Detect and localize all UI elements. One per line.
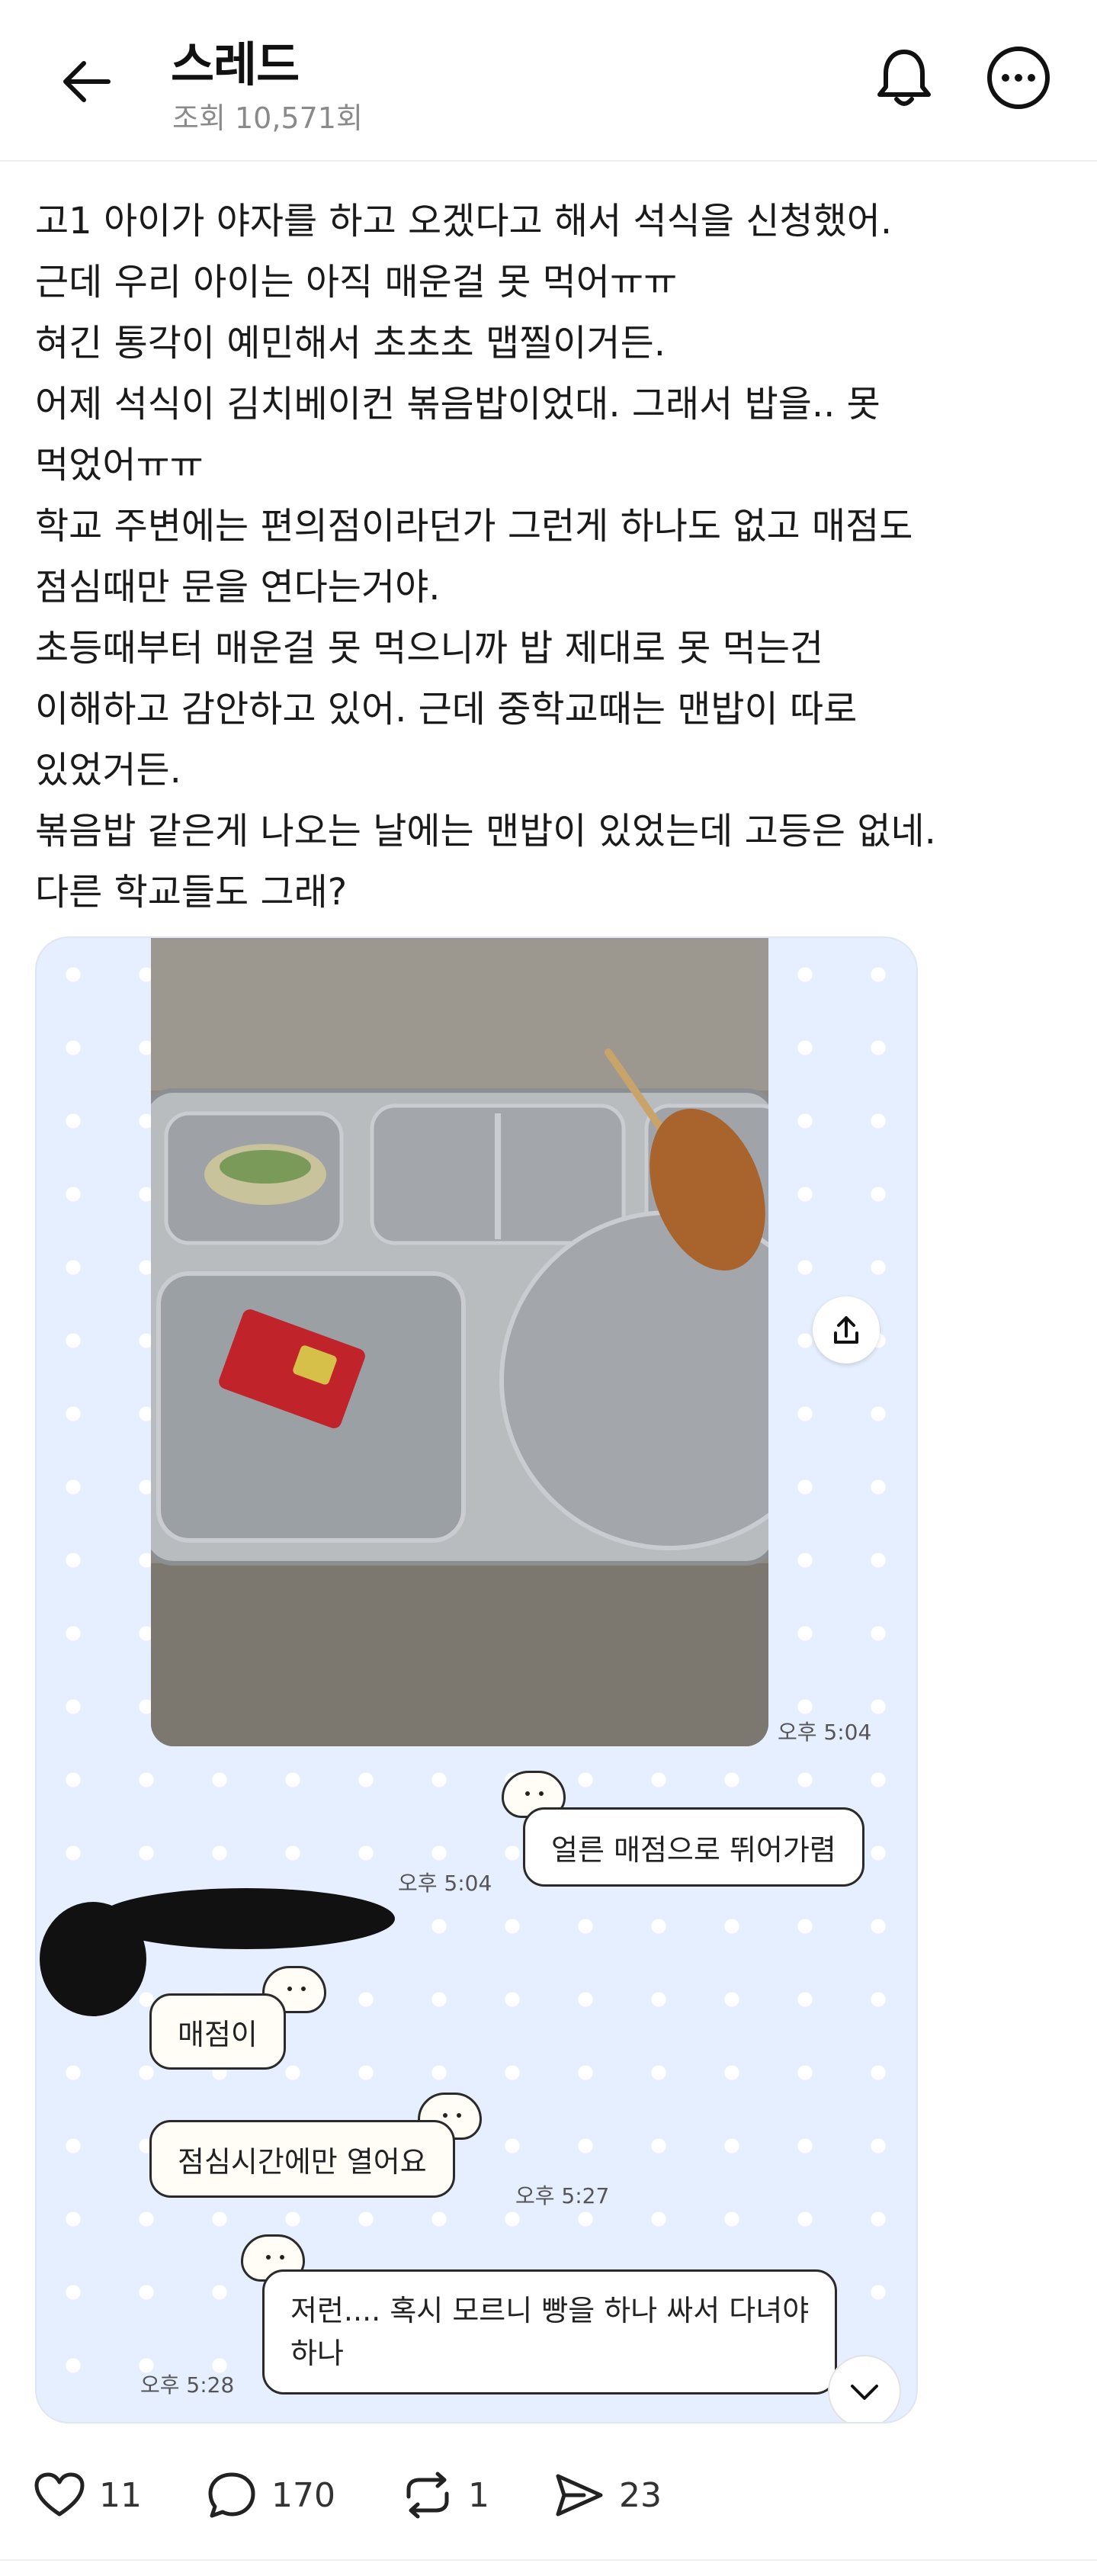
repost-icon — [406, 2472, 449, 2519]
arrow-left-icon — [63, 61, 111, 102]
attached-image[interactable]: 오후 5:04 얼른 매점으로 뛰어가렴 오후 5:04 매점이 점심시간에만 … — [35, 936, 918, 2423]
speech-bubble-icon — [208, 2472, 255, 2518]
message-text: 저런.... 혹시 모르니 빵을 하나 싸서 다녀야 — [290, 2294, 810, 2327]
message-time: 오후 5:04 — [778, 1720, 872, 1745]
like-count: 11 — [99, 2475, 142, 2515]
post-line: 있었거든. — [35, 749, 181, 792]
upload-icon — [834, 1316, 858, 1344]
share-image-button[interactable] — [813, 1296, 880, 1363]
message-text: 얼른 매점으로 뛰어가렴 — [551, 1832, 836, 1867]
message-text: 하나 — [290, 2337, 344, 2370]
back-button[interactable] — [52, 47, 120, 116]
message-time: 오후 5:04 — [398, 1871, 492, 1896]
bell-icon — [877, 50, 931, 106]
post-line: 다른 학교들도 그래? — [35, 871, 348, 914]
share-count: 23 — [619, 2475, 662, 2515]
chat-bubble-left: 점심시간에만 열어요 — [149, 2120, 455, 2198]
post-line: 고1 아이가 야자를 하고 오겠다고 해서 석식을 신청했어. — [35, 200, 893, 243]
send-icon — [556, 2474, 603, 2517]
redacted-name — [98, 1888, 395, 1949]
message-text: 매점이 — [178, 2017, 258, 2051]
post-line: 점심때만 문을 연다는거야. — [35, 566, 441, 609]
chat-bubble-right: 얼른 매점으로 뛰어가렴 — [523, 1807, 864, 1887]
share-button[interactable]: 23 — [553, 2465, 662, 2526]
post-actions: 11 170 1 23 — [0, 2456, 1097, 2539]
page-title: 스레드 — [171, 37, 300, 92]
message-time: 오후 5:28 — [140, 2372, 235, 2398]
post-line: 볶음밥 같은게 나오는 날에는 맨밥이 있었는데 고등은 없네. — [35, 810, 936, 853]
meal-tray-photo — [151, 938, 768, 1746]
post-line: 어제 석식이 김치베이컨 볶음밥이었대. 그래서 밥을.. 못 — [35, 383, 880, 426]
notification-button[interactable] — [866, 40, 942, 116]
reply-button[interactable]: 170 — [206, 2465, 335, 2526]
repost-button[interactable]: 1 — [401, 2465, 489, 2526]
post-line: 학교 주변에는 편의점이라던가 그런게 하나도 없고 매점도 — [35, 505, 913, 548]
top-bar: 스레드 조회 10,571회 — [0, 0, 1097, 162]
chat-bubble-left: 매점이 — [149, 1993, 286, 2070]
like-button[interactable]: 11 — [34, 2465, 142, 2526]
post-line: 먹었어ㅠㅠ — [35, 444, 204, 487]
chevron-down-icon — [851, 2385, 878, 2400]
post-body: 고1 아이가 야자를 하고 오겠다고 해서 석식을 신청했어. 근데 우리 아이… — [35, 191, 1072, 923]
post-line: 혀긴 통각이 예민해서 초초초 맵찔이거든. — [35, 322, 666, 365]
heart-icon — [34, 2472, 85, 2517]
view-count: 조회 10,571회 — [172, 101, 363, 135]
meal-tray-illustration — [151, 938, 768, 1746]
post-line: 초등때부터 매운걸 못 먹으니까 밥 제대로 못 먹는건 — [35, 627, 824, 670]
post-line: 근데 우리 아이는 아직 매운걸 못 먹어ㅠㅠ — [35, 261, 678, 304]
message-text: 점심시간에만 열어요 — [178, 2144, 427, 2179]
divider — [0, 2559, 1097, 2561]
scroll-down-button[interactable] — [828, 2355, 901, 2422]
chat-bubble-right: 저런.... 혹시 모르니 빵을 하나 싸서 다녀야 하나 — [262, 2269, 838, 2395]
reply-count: 170 — [271, 2475, 335, 2515]
more-horizontal-icon — [987, 47, 1050, 109]
repost-count: 1 — [468, 2475, 489, 2515]
more-options-button[interactable] — [980, 40, 1057, 116]
post-line: 이해하고 감안하고 있어. 근데 중학교때는 맨밥이 따로 — [35, 688, 858, 731]
message-time: 오후 5:27 — [515, 2183, 610, 2208]
